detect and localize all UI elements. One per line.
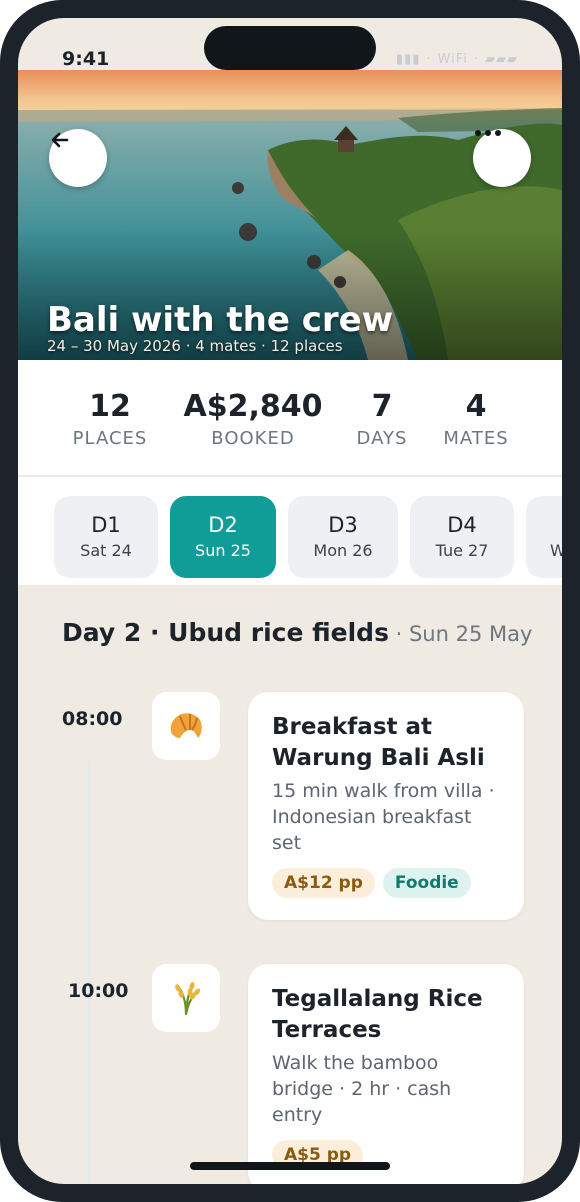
chip-day: D1 <box>91 513 121 537</box>
croissant-icon <box>170 713 202 738</box>
screen: 9:41 ▮▮▮ · WiFi · ▰▰▰ Bali with the crew… <box>18 18 562 1184</box>
day-chip-d3[interactable]: D3 Mon 26 <box>288 496 398 578</box>
chip-date: Sat 24 <box>80 541 132 560</box>
card-title: Tegallalang Rice Terraces <box>272 986 483 1043</box>
stat-label: DAYS <box>356 428 408 449</box>
item-icon-box <box>152 692 220 760</box>
day-selector: D1 Sat 24 D2 Sun 25 D3 Mon 26 D4 Tue 27 … <box>18 477 562 585</box>
day-chip-d5[interactable]: D5 W <box>526 496 562 578</box>
timeline-line <box>88 760 91 1184</box>
item-icon-box <box>152 964 220 1032</box>
itinerary-card[interactable]: Tegallalang Rice Terraces Walk the bambo… <box>248 964 524 1184</box>
chip-date: Tue 27 <box>435 541 489 560</box>
separator: · <box>473 52 479 67</box>
chip-day: D4 <box>447 513 477 537</box>
more-button[interactable] <box>473 129 531 187</box>
day-date: · Sun 25 May <box>388 622 533 646</box>
trip-subtitle: 24 – 30 May 2026 · 4 mates · 12 places <box>47 337 343 355</box>
stat-label: BOOKED <box>211 428 295 449</box>
day-header: Day 2 · Ubud rice fields · Sun 25 May <box>62 618 532 647</box>
category-tag: Foodie <box>382 868 471 898</box>
chip-date: W <box>550 541 562 560</box>
price-tag: A$12 pp <box>272 868 375 898</box>
stat-label: PLACES <box>72 428 148 449</box>
status-time: 9:41 <box>62 48 110 70</box>
item-time: 10:00 <box>68 980 129 1002</box>
home-indicator[interactable] <box>190 1162 390 1170</box>
phone-frame: 9:41 ▮▮▮ · WiFi · ▰▰▰ Bali with the crew… <box>0 0 580 1202</box>
day-chip-d1[interactable]: D1 Sat 24 <box>54 496 158 578</box>
back-button[interactable] <box>49 129 107 187</box>
stat-places: 12 PLACES <box>60 388 160 452</box>
rice-icon <box>175 982 201 1016</box>
stat-mates: 4 MATES <box>432 388 520 452</box>
day-chip-d2[interactable]: D2 Sun 25 <box>170 496 276 578</box>
trip-stats: 12 PLACES A$2,840 BOOKED 7 DAYS 4 MATES <box>18 360 562 476</box>
arrow-left-icon <box>51 132 69 148</box>
status-indicators: ▮▮▮ · WiFi · ▰▰▰ <box>396 52 518 67</box>
wifi-icon: WiFi <box>437 52 468 67</box>
day-chip-d4[interactable]: D4 Tue 27 <box>410 496 514 578</box>
chip-date: Sun 25 <box>195 541 251 560</box>
stat-value: 4 <box>465 389 487 424</box>
trip-title: Bali with the crew <box>47 300 394 340</box>
signal-icon: ▮▮▮ <box>395 52 421 67</box>
stat-value: 12 <box>89 389 131 424</box>
stat-days: 7 DAYS <box>342 388 422 452</box>
itinerary-card[interactable]: Breakfast at Warung Bali Asli 15 min wal… <box>248 692 524 920</box>
dynamic-island <box>204 26 376 70</box>
card-tags: A$12 pp Foodie <box>272 868 500 898</box>
day-title: Day 2 · Ubud rice fields <box>62 618 389 647</box>
chip-date: Mon 26 <box>313 541 373 560</box>
card-description: Walk the bamboo bridge · 2 hr · cash ent… <box>272 1052 452 1126</box>
hero-image: Bali with the crew 24 – 30 May 2026 · 4 … <box>18 70 562 360</box>
card-title: Breakfast at Warung Bali Asli <box>272 714 485 771</box>
chip-day: D3 <box>328 513 358 537</box>
card-description: 15 min walk from villa · Indonesian brea… <box>272 780 495 854</box>
separator: · <box>426 52 432 67</box>
stat-value: A$2,840 <box>183 389 323 424</box>
item-time: 08:00 <box>62 708 123 730</box>
stat-booked: A$2,840 BOOKED <box>178 388 328 452</box>
stat-value: 7 <box>371 389 393 424</box>
battery-icon: ▰▰▰ <box>485 52 518 67</box>
more-horizontal-icon <box>475 130 501 136</box>
stat-label: MATES <box>443 428 509 449</box>
chip-day: D2 <box>208 513 238 537</box>
